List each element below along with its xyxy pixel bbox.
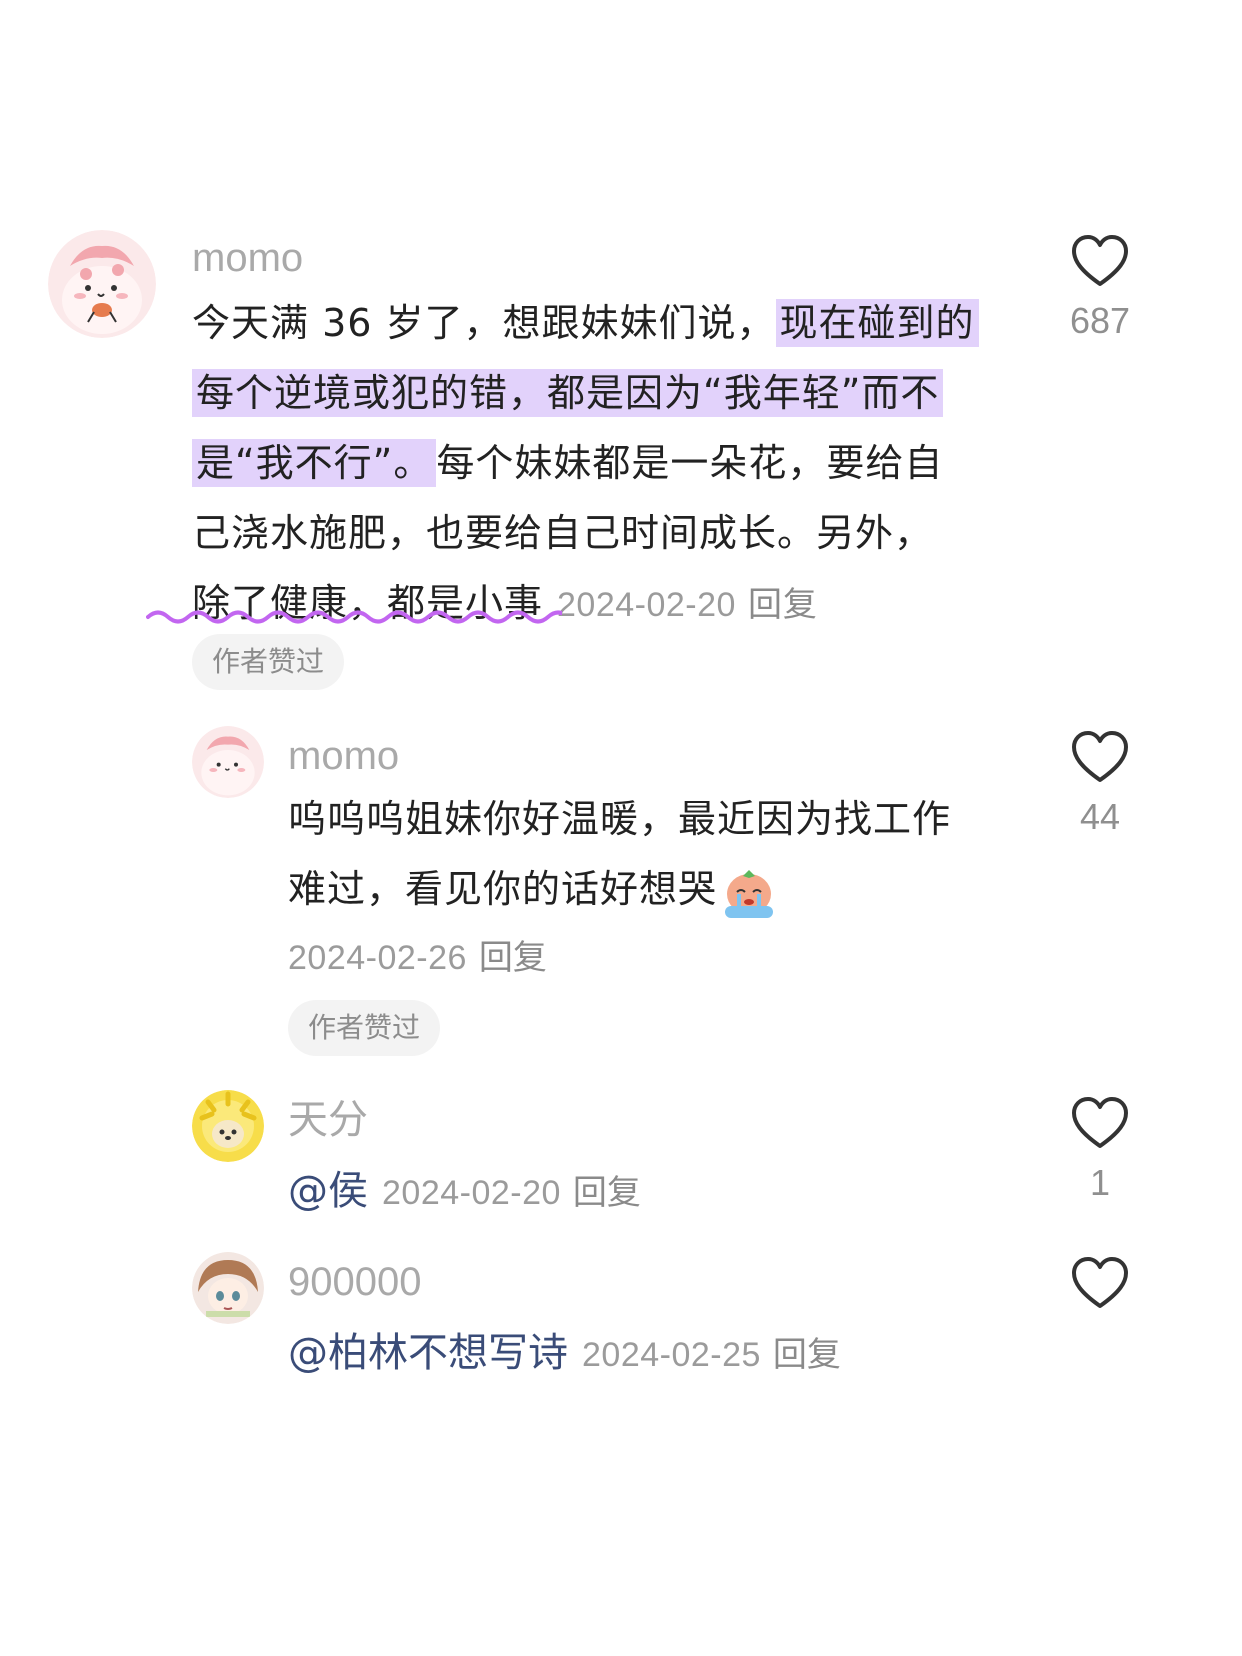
- comment-text-segment: 难过，看见你的话好想哭: [288, 867, 718, 911]
- author-liked-badge: 作者赞过: [288, 1000, 441, 1056]
- like-count: 687: [1069, 300, 1131, 341]
- avatar[interactable]: [192, 726, 264, 798]
- heart-outline-icon[interactable]: [1070, 1256, 1130, 1310]
- avatar[interactable]: [48, 230, 156, 338]
- highlighted-text: 是“我不行”。: [192, 439, 437, 487]
- reply-button[interactable]: 回复: [479, 938, 547, 978]
- reply-button[interactable]: 回复: [773, 1335, 841, 1375]
- comment-username[interactable]: 天分: [288, 1098, 368, 1142]
- comment-date: 2024-02-26: [288, 939, 467, 977]
- comment-body: 呜呜呜姐妹你好温暖，最近因为找工作 难过，看见你的话好想哭: [288, 784, 1008, 924]
- reply-line: @柏林不想写诗 2024-02-25 回复: [288, 1320, 841, 1378]
- heart-outline-icon[interactable]: [1070, 234, 1130, 288]
- comment-username[interactable]: 900000: [288, 1260, 421, 1304]
- like-count: 1: [1089, 1162, 1111, 1203]
- heart-outline-icon[interactable]: [1070, 1096, 1130, 1150]
- heart-outline-icon[interactable]: [1070, 730, 1130, 784]
- like-count: 44: [1079, 796, 1121, 837]
- comment-body: 今天满 36 岁了，想跟妹妹们说， 现在碰到的 每个逆境或犯的错，都是因为“我年轻…: [192, 288, 1052, 638]
- avatar[interactable]: [192, 1090, 264, 1162]
- highlighted-text: 每个逆境或犯的错，都是因为“我年轻”而不: [192, 369, 944, 417]
- highlighted-text: 现在碰到的: [775, 299, 979, 347]
- mention-link[interactable]: @侯: [288, 1168, 368, 1214]
- comment-date: 2024-02-20: [557, 586, 736, 624]
- squiggle-underline: [146, 610, 562, 624]
- reply-button[interactable]: 回复: [573, 1173, 641, 1213]
- crying-emoji-icon: [721, 864, 777, 920]
- comment-username[interactable]: momo: [288, 734, 399, 778]
- avatar[interactable]: [192, 1252, 264, 1324]
- comment-date: 2024-02-20: [382, 1174, 561, 1212]
- author-liked-badge: 作者赞过: [192, 634, 345, 690]
- reply-button[interactable]: 回复: [748, 585, 818, 625]
- comment-text-segment: 每个妹妹都是一朵花，要给自: [436, 441, 944, 485]
- comment-date: 2024-02-25: [582, 1336, 761, 1374]
- reply-line: @侯 2024-02-20 回复: [288, 1158, 641, 1216]
- comment-text-segment: 己浇水施肥，也要给自己时间成长。另外，: [192, 511, 934, 555]
- comment-username[interactable]: momo: [192, 236, 303, 280]
- comment-text-segment: 呜呜呜姐妹你好温暖，最近因为找工作: [288, 797, 952, 841]
- comment-text-segment: 今天满 36 岁了，想跟妹妹们说，: [192, 301, 776, 345]
- mention-link[interactable]: @柏林不想写诗: [288, 1330, 568, 1376]
